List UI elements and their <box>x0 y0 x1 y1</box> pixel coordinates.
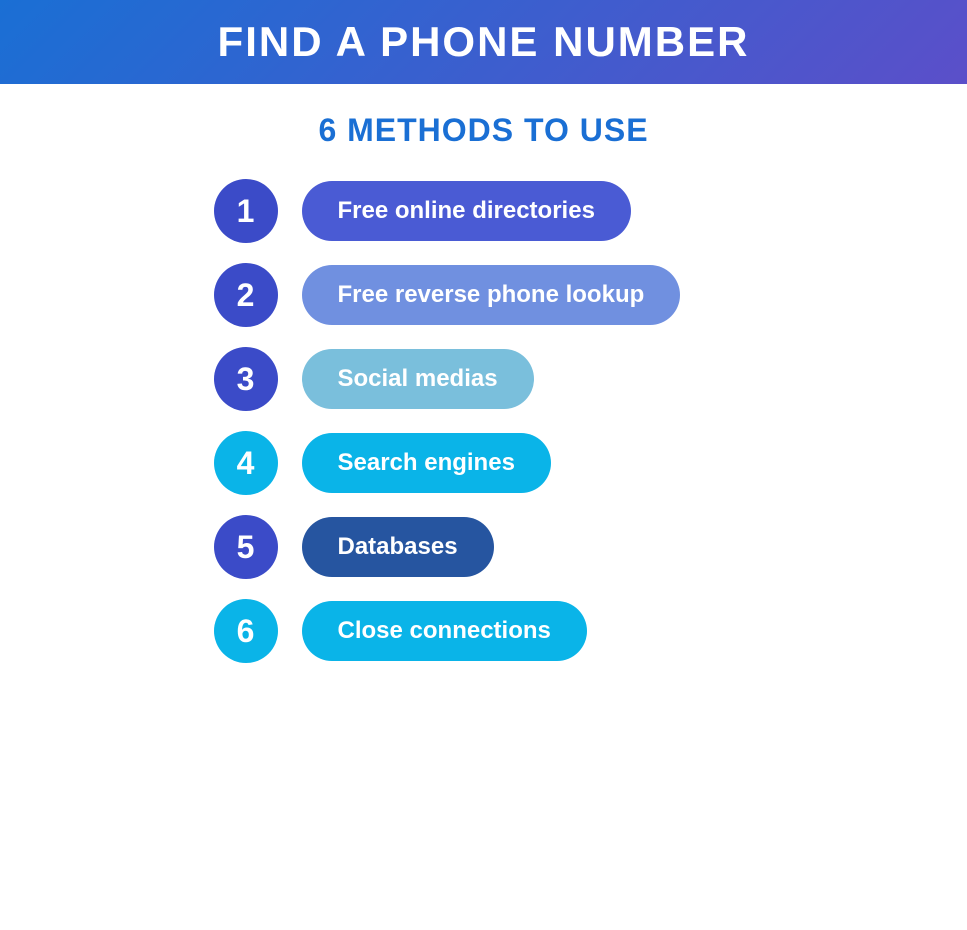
header-banner: FIND A PHONE NUMBER <box>0 0 967 84</box>
method-item-4: 4 Search engines <box>214 431 551 495</box>
method-number-3: 3 <box>214 347 278 411</box>
method-number-2: 2 <box>214 263 278 327</box>
method-label-2: Free reverse phone lookup <box>302 265 681 325</box>
method-number-6: 6 <box>214 599 278 663</box>
method-number-5: 5 <box>214 515 278 579</box>
method-item-6: 6 Close connections <box>214 599 587 663</box>
main-title: FIND A PHONE NUMBER <box>40 18 927 66</box>
method-number-1: 1 <box>214 179 278 243</box>
method-label-5: Databases <box>302 517 494 577</box>
method-item-5: 5 Databases <box>214 515 494 579</box>
method-label-3: Social medias <box>302 349 534 409</box>
method-label-1: Free online directories <box>302 181 631 241</box>
method-label-4: Search engines <box>302 433 551 493</box>
method-item-2: 2 Free reverse phone lookup <box>214 263 681 327</box>
methods-list: 1 Free online directories 2 Free reverse ph… <box>134 179 834 663</box>
method-label-6: Close connections <box>302 601 587 661</box>
method-item-1: 1 Free online directories <box>214 179 631 243</box>
method-item-3: 3 Social medias <box>214 347 534 411</box>
subtitle: 6 METHODS TO USE <box>318 112 648 149</box>
method-number-4: 4 <box>214 431 278 495</box>
